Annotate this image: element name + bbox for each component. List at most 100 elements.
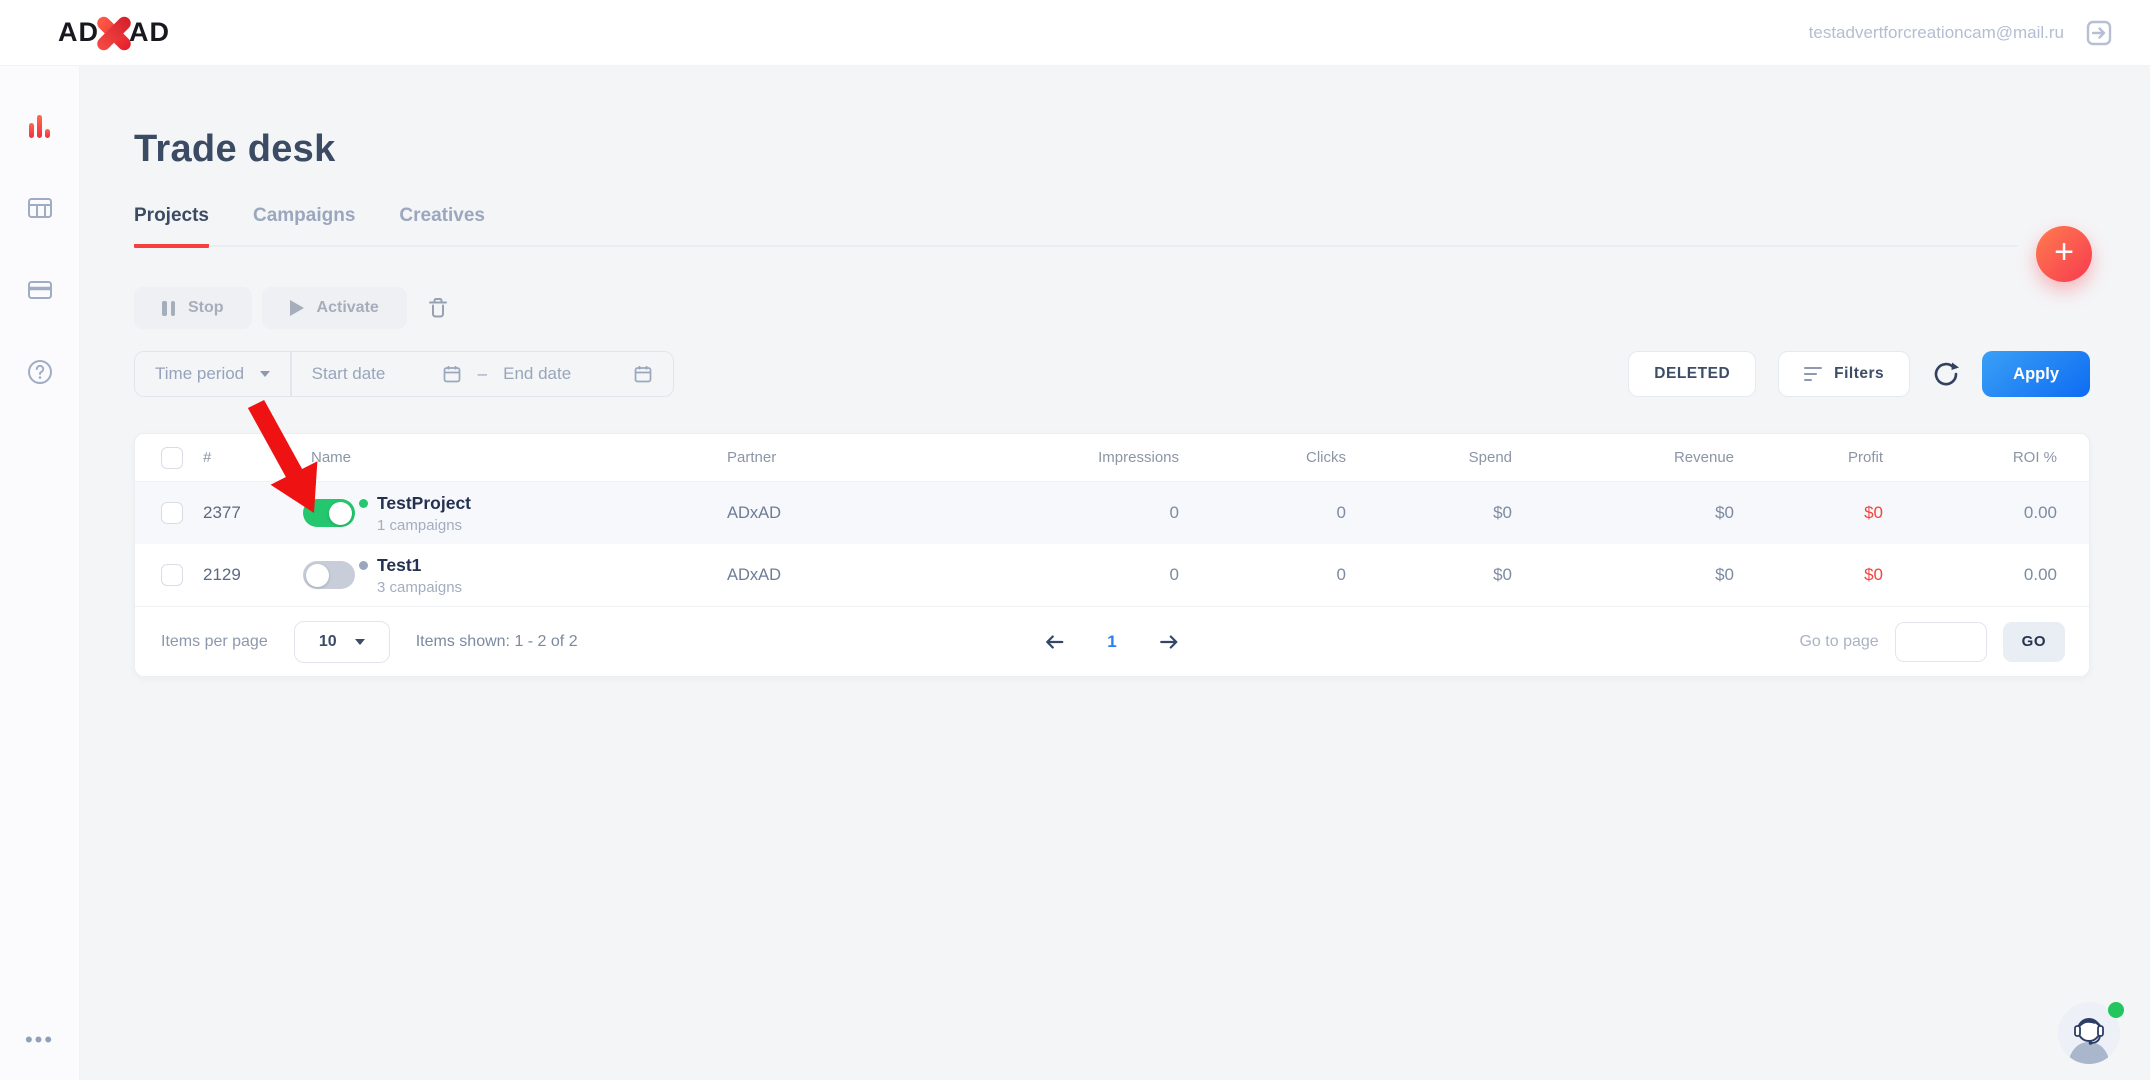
cell-spend: $0 [1346,503,1512,523]
tab-campaigns[interactable]: Campaigns [253,205,355,245]
calendar-icon[interactable] [442,364,462,384]
time-period-dropdown[interactable]: Time period [135,352,290,396]
col-id: # [203,449,263,466]
col-roi: ROI % [1883,449,2057,466]
col-revenue: Revenue [1512,449,1734,466]
go-to-page: Go to page GO [1799,622,2065,662]
filters-button[interactable]: Filters [1778,351,1910,397]
project-name-link[interactable]: Test1 [377,555,421,576]
online-status-dot [2108,1002,2124,1018]
cell-profit: $0 [1734,565,1883,585]
date-filter-box: Time period – [134,351,674,397]
logo-text-left: AD [58,17,99,48]
table-row: 2377 TestProject 1 campaigns ADxAD 0 0 $… [135,482,2089,544]
select-all-checkbox[interactable] [161,447,183,469]
page-size-value: 10 [319,633,337,651]
cell-revenue: $0 [1512,565,1734,585]
tab-creatives[interactable]: Creatives [399,205,485,245]
go-to-page-label: Go to page [1799,633,1878,651]
tab-projects[interactable]: Projects [134,205,209,248]
stop-button-label: Stop [188,299,224,317]
chevron-down-icon [260,371,270,377]
cell-revenue: $0 [1512,503,1734,523]
logo-text-right: AD [129,17,170,48]
cell-roi: 0.00 [1883,565,2057,585]
activate-button[interactable]: Activate [262,287,407,329]
project-toggle[interactable] [303,499,355,527]
add-project-button[interactable]: + [2036,226,2092,282]
calendar-icon[interactable] [633,364,653,384]
stop-button[interactable]: Stop [134,287,252,329]
play-icon [290,300,304,316]
items-shown-label: Items shown: 1 - 2 of 2 [416,633,578,651]
cell-spend: $0 [1346,565,1512,585]
top-bar: AD AD testadvertforcreationcam@mail.ru [0,0,2150,66]
cell-profit: $0 [1734,503,1883,523]
tab-bar: Projects Campaigns Creatives [134,205,2018,247]
bar-chart-icon [29,114,50,138]
row-checkbox[interactable] [161,502,183,524]
col-profit: Profit [1734,449,1883,466]
sidebar-more-icon[interactable]: ••• [26,1026,54,1054]
page-title: Trade desk [134,128,2090,171]
delete-button[interactable] [425,295,451,321]
cell-partner: ADxAD [727,504,1027,523]
project-name-link[interactable]: TestProject [377,493,471,514]
logout-icon[interactable] [2084,18,2114,48]
date-range-separator: – [478,364,487,384]
cell-clicks: 0 [1179,503,1346,523]
page-size-select[interactable]: 10 [294,621,390,663]
cell-partner: ADxAD [727,566,1027,585]
main-content: Trade desk Projects Campaigns Creatives … [80,66,2150,1080]
table-header: # Name Partner Impressions Clicks Spend … [135,434,2089,482]
apply-button[interactable]: Apply [1982,351,2090,397]
items-per-page-label: Items per page [161,633,268,651]
go-to-page-input[interactable] [1895,622,1987,662]
end-date-input[interactable] [503,364,621,384]
table-row: 2129 Test1 3 campaigns ADxAD 0 0 $0 $0 $… [135,544,2089,606]
next-page-button[interactable] [1157,629,1183,655]
cell-roi: 0.00 [1883,503,2057,523]
campaigns-count: 3 campaigns [359,579,727,596]
billing-card-icon[interactable] [26,276,54,304]
filters-label: Filters [1834,365,1884,383]
cell-clicks: 0 [1179,565,1346,585]
chevron-down-icon [355,639,365,645]
campaigns-count: 1 campaigns [359,517,727,534]
cell-impressions: 0 [1027,503,1179,523]
deleted-label: DELETED [1654,365,1730,383]
bulk-actions: Stop Activate [134,287,2090,329]
cell-impressions: 0 [1027,565,1179,585]
col-spend: Spend [1346,449,1512,466]
page-number[interactable]: 1 [1107,632,1116,652]
logo-x-icon [95,14,133,52]
col-impressions: Impressions [1027,449,1179,466]
table-footer: Items per page 10 Items shown: 1 - 2 of … [135,606,2089,676]
col-name: Name [263,449,727,466]
col-partner: Partner [727,449,1027,466]
deleted-filter-button[interactable]: DELETED [1628,351,1756,397]
cell-id: 2129 [203,565,263,585]
filter-right-controls: DELETED Filters Apply [1628,351,2090,397]
status-dot [359,499,368,508]
adxad-logo[interactable]: AD AD [58,14,170,52]
stats-icon[interactable] [26,112,54,140]
sidebar: ••• [0,66,80,1080]
pager: 1 [1041,629,1182,655]
project-toggle[interactable] [303,561,355,589]
campaigns-table-icon[interactable] [26,194,54,222]
refresh-button[interactable] [1932,360,1960,388]
projects-table: # Name Partner Impressions Clicks Spend … [134,433,2090,677]
cell-id: 2377 [203,503,263,523]
start-date-input[interactable] [312,364,430,384]
go-button[interactable]: GO [2003,622,2065,662]
activate-button-label: Activate [317,299,379,317]
support-chat-button[interactable] [2058,1002,2124,1068]
filter-lines-icon [1804,367,1822,382]
help-icon[interactable] [26,358,54,386]
row-checkbox[interactable] [161,564,183,586]
pause-icon [162,301,175,316]
prev-page-button[interactable] [1041,629,1067,655]
time-period-label: Time period [155,364,244,384]
filter-row: Time period – [134,351,2090,397]
